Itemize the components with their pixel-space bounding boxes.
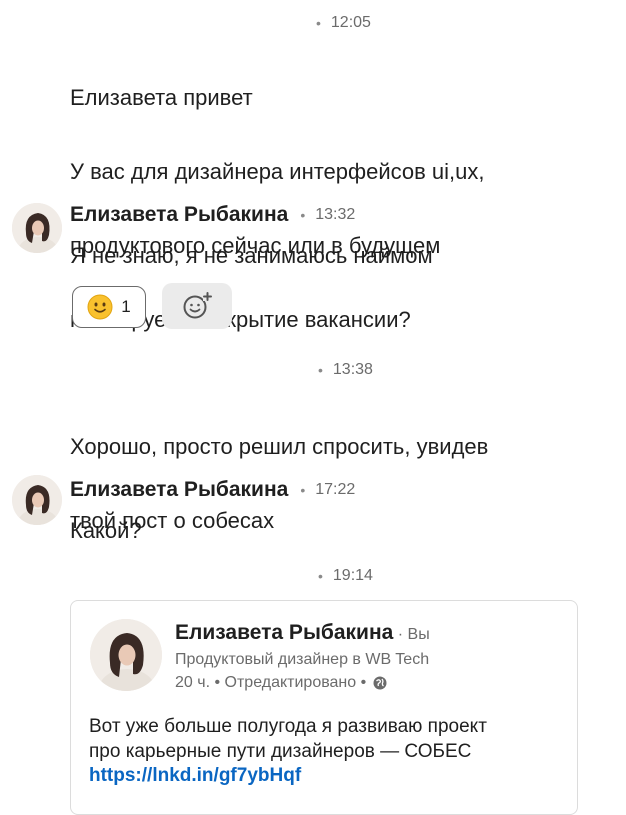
message-time: 12:05 — [330, 14, 371, 31]
message-text: Я не знаю, я не занимаюсь наймом — [70, 243, 433, 268]
sender-row: Елизавета Рыбакина • 17:22 — [70, 478, 355, 502]
message-time: 17:22 — [315, 481, 356, 498]
avatar[interactable] — [12, 475, 62, 525]
message-line: Елизавета привет — [70, 85, 253, 110]
add-reaction-button[interactable] — [162, 283, 232, 329]
separator-dot: • — [318, 362, 323, 378]
message-text: Какой? — [70, 518, 142, 543]
reaction-count: 1 — [121, 297, 131, 316]
post-body-line: Вот уже больше полугода я развиваю проек… — [89, 716, 487, 737]
post-author-avatar[interactable] — [90, 619, 162, 691]
post-body-line: про карьерные пути дизайнеров — СОБЕС — [89, 741, 472, 762]
message-timestamp-row: • 19:14 — [318, 567, 373, 585]
post-meta: 20 ч. • Отредактировано • — [175, 674, 367, 691]
post-author-tag: · Вы — [397, 626, 430, 643]
message-time: 13:32 — [315, 206, 356, 223]
globe-icon — [373, 676, 387, 690]
message-time: 19:14 — [332, 567, 373, 584]
message-time: 13:38 — [332, 361, 373, 378]
sender-name[interactable]: Елизавета Рыбакина — [70, 203, 288, 227]
sender-row: Елизавета Рыбакина • 13:32 — [70, 203, 355, 227]
post-body: Вот уже больше полугода я развиваю проек… — [89, 714, 569, 764]
sender-name[interactable]: Елизавета Рыбакина — [70, 478, 288, 502]
avatar-photo-icon — [12, 475, 62, 525]
message-timestamp-row: • 17:22 — [300, 481, 355, 499]
message-timestamp-row: • 13:38 — [318, 361, 373, 379]
post-link[interactable]: https://lnkd.in/gf7ybHqf — [89, 765, 301, 787]
separator-dot: • — [318, 568, 323, 584]
separator-dot: • — [300, 207, 306, 223]
separator-dot: • — [316, 15, 321, 31]
message-line: твой пост о собесах — [70, 508, 275, 533]
avatar[interactable] — [12, 203, 62, 253]
avatar-photo-icon — [90, 619, 162, 691]
add-emoji-icon — [183, 292, 212, 319]
message-timestamp-row: • 12:05 — [316, 14, 371, 32]
message-line: Хорошо, просто решил спросить, увидев — [70, 434, 489, 459]
post-meta-row: 20 ч. • Отредактировано • — [175, 671, 388, 695]
reaction-chip[interactable]: 1 — [72, 286, 146, 328]
shared-post-card[interactable]: Елизавета Рыбакина · Вы Продуктовый диза… — [70, 600, 578, 815]
post-author-headline: Продуктовый дизайнер в WB Tech — [175, 651, 430, 668]
separator-dot: • — [300, 482, 306, 498]
smiling-face-icon — [87, 294, 113, 320]
message-line: У вас для дизайнера интерфейсов ui,ux, — [70, 159, 485, 184]
post-author-name[interactable]: Елизавета Рыбакина — [175, 621, 393, 644]
message-line: планируется открытие вакансии? — [70, 307, 411, 332]
message-timestamp-row: • 13:32 — [300, 206, 355, 224]
post-author-row: Елизавета Рыбакина · Вы — [175, 621, 430, 645]
avatar-photo-icon — [12, 203, 62, 253]
